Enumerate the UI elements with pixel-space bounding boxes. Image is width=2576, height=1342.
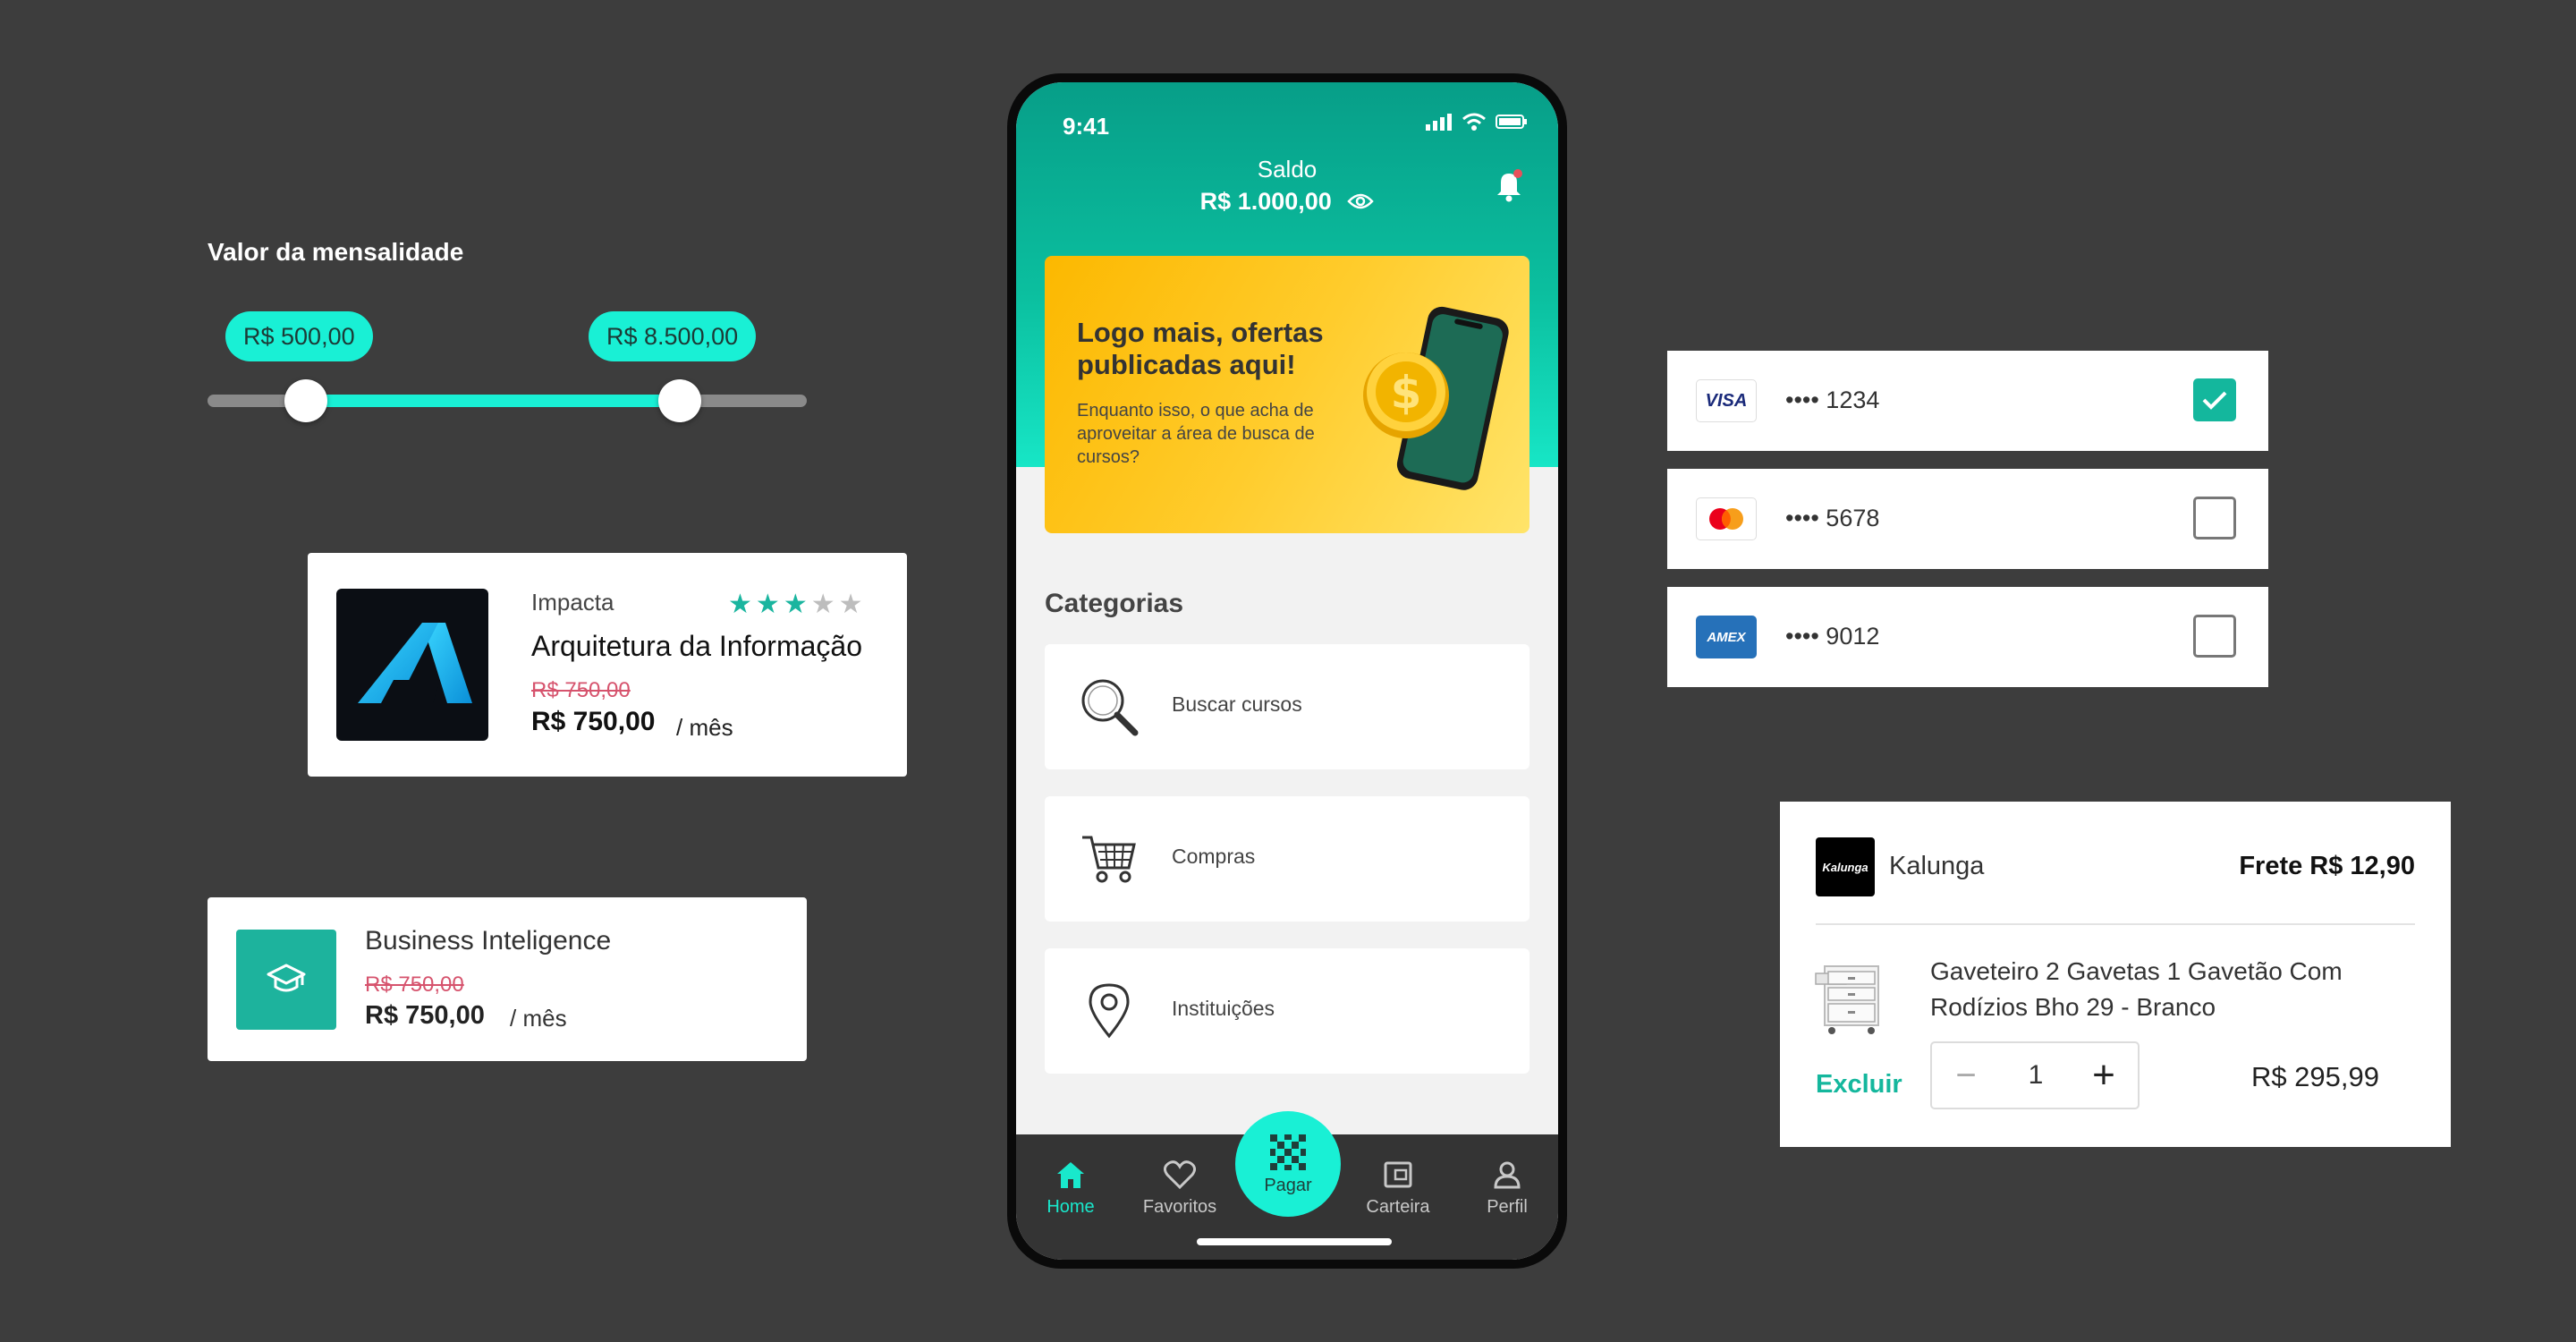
- category-label: Compras: [1172, 845, 1256, 868]
- tab-carteira[interactable]: Carteira: [1349, 1158, 1447, 1218]
- pay-label: Pagar: [1264, 1175, 1312, 1195]
- category-compras[interactable]: Compras: [1045, 796, 1530, 922]
- star-empty-icon: ★: [810, 590, 839, 619]
- payment-card-amex[interactable]: AMEX •••• 9012: [1667, 587, 2268, 687]
- balance-amount: R$ 1.000,00: [1199, 188, 1332, 215]
- quantity-stepper: − 1 +: [1930, 1041, 2140, 1109]
- product-image: [1812, 957, 1896, 1038]
- increase-quantity-button[interactable]: +: [2070, 1043, 2138, 1108]
- course-title: Arquitetura da Informação: [531, 630, 862, 662]
- phone-coin-illustration: $: [1363, 306, 1509, 490]
- old-price: R$ 750,00: [365, 973, 464, 997]
- promo-title: Logo mais, ofertas publicadas aqui!: [1077, 317, 1324, 380]
- phone-screen: 9:41 Saldo R$ 1.000,00 Logo mais, oferta…: [1016, 82, 1558, 1260]
- card-checkbox[interactable]: [2193, 615, 2236, 658]
- tab-label: Favoritos: [1142, 1197, 1217, 1217]
- kalunga-logo: Kalunga: [1816, 837, 1875, 896]
- tab-perfil[interactable]: Perfil: [1458, 1158, 1556, 1218]
- star-filled-icon: ★: [783, 590, 811, 619]
- decrease-quantity-button[interactable]: −: [1932, 1043, 2000, 1108]
- slider-min-handle[interactable]: [284, 379, 327, 422]
- tab-home[interactable]: Home: [1021, 1158, 1120, 1218]
- amex-logo: AMEX: [1696, 616, 1757, 658]
- user-icon: [1458, 1158, 1556, 1192]
- course-title: Business Inteligence: [365, 926, 612, 956]
- rating-stars: ★★★★★: [728, 589, 867, 620]
- category-instituicoes[interactable]: Instituições: [1045, 948, 1530, 1074]
- slider-max-handle[interactable]: [658, 379, 701, 422]
- card-checkbox[interactable]: [2193, 497, 2236, 539]
- status-time: 9:41: [1063, 113, 1110, 140]
- star-filled-icon: ★: [755, 590, 784, 619]
- price-period: / mês: [676, 714, 733, 741]
- visa-logo: VISA: [1696, 379, 1757, 422]
- item-price: R$ 295,99: [2250, 1061, 2379, 1092]
- promo-subtitle: Enquanto isso, o que acha de aproveitar …: [1077, 401, 1315, 467]
- tab-label: Home: [1046, 1197, 1095, 1217]
- category-label: Buscar cursos: [1172, 692, 1302, 716]
- price: R$ 750,00: [531, 707, 656, 736]
- pay-button[interactable]: Pagar: [1235, 1111, 1341, 1217]
- qr-code-icon: [1270, 1134, 1306, 1170]
- divider: [1816, 923, 2415, 925]
- categories-heading: Categorias: [1045, 589, 1184, 618]
- svg-text:$: $: [1391, 367, 1422, 419]
- quantity-value[interactable]: 1: [2000, 1043, 2072, 1108]
- price: R$ 750,00: [365, 1001, 485, 1030]
- tab-label: Perfil: [1487, 1197, 1528, 1217]
- location-pin-icon: [1077, 979, 1141, 1043]
- category-buscar-cursos[interactable]: Buscar cursos: [1045, 644, 1530, 769]
- battery-icon: [1496, 115, 1527, 129]
- impacta-logo: [336, 589, 488, 741]
- star-filled-icon: ★: [728, 590, 756, 619]
- store-name: Kalunga: [1889, 852, 1985, 880]
- payment-card-visa[interactable]: VISA •••• 1234: [1667, 351, 2268, 451]
- signal-icon: [1426, 114, 1452, 131]
- card-number: •••• 5678: [1785, 505, 1880, 531]
- wifi-icon: [1462, 113, 1486, 131]
- tab-favoritos[interactable]: Favoritos: [1131, 1158, 1229, 1218]
- promo-banner[interactable]: Logo mais, ofertas publicadas aqui! Enqu…: [1045, 256, 1530, 533]
- old-price: R$ 750,00: [531, 678, 631, 702]
- course-provider: Impacta: [531, 589, 614, 616]
- card-checkbox-checked[interactable]: [2193, 378, 2236, 421]
- home-indicator: [1197, 1238, 1392, 1245]
- card-number: •••• 9012: [1785, 623, 1880, 650]
- payment-card-mastercard[interactable]: •••• 5678: [1667, 469, 2268, 569]
- home-icon: [1021, 1158, 1120, 1192]
- max-value-badge: R$ 8.500,00: [589, 311, 757, 361]
- eye-icon[interactable]: [1347, 189, 1375, 217]
- range-slider-fill: [306, 395, 680, 407]
- mastercard-logo: [1696, 497, 1757, 540]
- star-empty-icon: ★: [838, 590, 867, 619]
- price-period: / mês: [510, 1005, 567, 1032]
- amex-logo-text: AMEX: [1707, 629, 1746, 645]
- check-icon: [2202, 391, 2227, 410]
- balance-value: R$ 1.000,00: [1016, 188, 1558, 217]
- status-icons: [1426, 113, 1528, 131]
- wallet-icon: [1349, 1158, 1447, 1192]
- slider-title: Valor da mensalidade: [208, 238, 464, 266]
- search-icon: [1077, 675, 1141, 739]
- course-card-arquitetura[interactable]: Impacta ★★★★★ Arquitetura da Informação …: [308, 553, 907, 777]
- category-label: Instituições: [1172, 997, 1275, 1020]
- cart-icon: [1077, 827, 1141, 891]
- graduation-cap-icon: [236, 930, 336, 1030]
- card-number: •••• 1234: [1785, 386, 1880, 413]
- visa-logo-text: VISA: [1705, 390, 1748, 411]
- balance-label: Saldo: [1257, 156, 1318, 183]
- tab-label: Carteira: [1366, 1197, 1430, 1217]
- shipping-cost: Frete R$ 12,90: [2239, 852, 2415, 880]
- cart-item-card: Kalunga Kalunga Frete R$ 12,90 Gaveteiro…: [1780, 802, 2451, 1147]
- min-value-badge: R$ 500,00: [225, 311, 373, 361]
- heart-icon: [1131, 1158, 1229, 1192]
- notification-bell-icon[interactable]: [1494, 168, 1524, 207]
- product-name: Gaveteiro 2 Gavetas 1 Gavetão Com Rodízi…: [1930, 957, 2343, 1021]
- course-card-business-inteligence[interactable]: Business Inteligence R$ 750,00 R$ 750,00…: [208, 897, 807, 1061]
- phone-frame: 9:41 Saldo R$ 1.000,00 Logo mais, oferta…: [1007, 73, 1567, 1269]
- remove-button[interactable]: Excluir: [1816, 1070, 1902, 1100]
